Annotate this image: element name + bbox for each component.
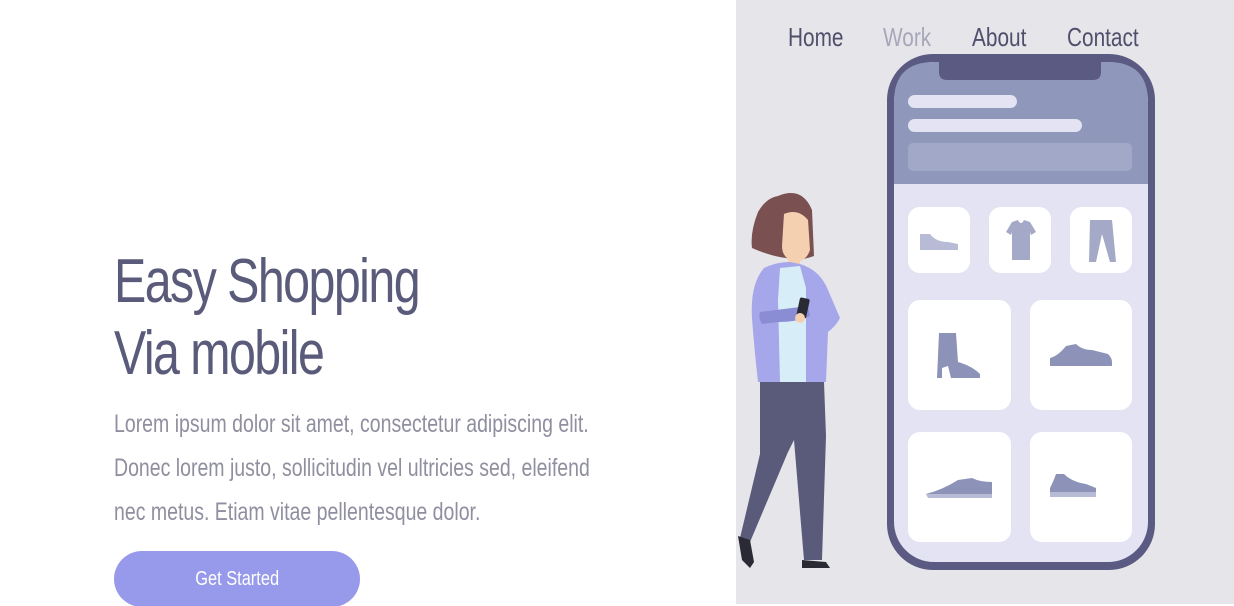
woman-illustration: [738, 193, 840, 568]
illustration-panel: Home Work About Contact: [736, 0, 1234, 604]
nav-home[interactable]: Home: [788, 20, 843, 54]
hero-section: Easy Shopping Via mobile Lorem ipsum dol…: [114, 246, 634, 534]
hero-title-line-2: Via mobile: [114, 319, 325, 388]
hero-description: Lorem ipsum dolor sit amet, consectetur …: [114, 410, 590, 526]
hero-title: Easy Shopping Via mobile: [114, 246, 520, 390]
hero-title-line-1: Easy Shopping: [114, 247, 421, 316]
shopping-illustration: [738, 54, 1155, 570]
nav-contact[interactable]: Contact: [1067, 20, 1139, 54]
nav-about[interactable]: About: [972, 20, 1026, 54]
nav-work[interactable]: Work: [883, 20, 931, 54]
phone-illustration: [887, 54, 1155, 570]
get-started-label: Get Started: [195, 567, 279, 590]
landing-page: Easy Shopping Via mobile Lorem ipsum dol…: [0, 0, 1234, 606]
get-started-button[interactable]: Get Started: [114, 551, 360, 606]
